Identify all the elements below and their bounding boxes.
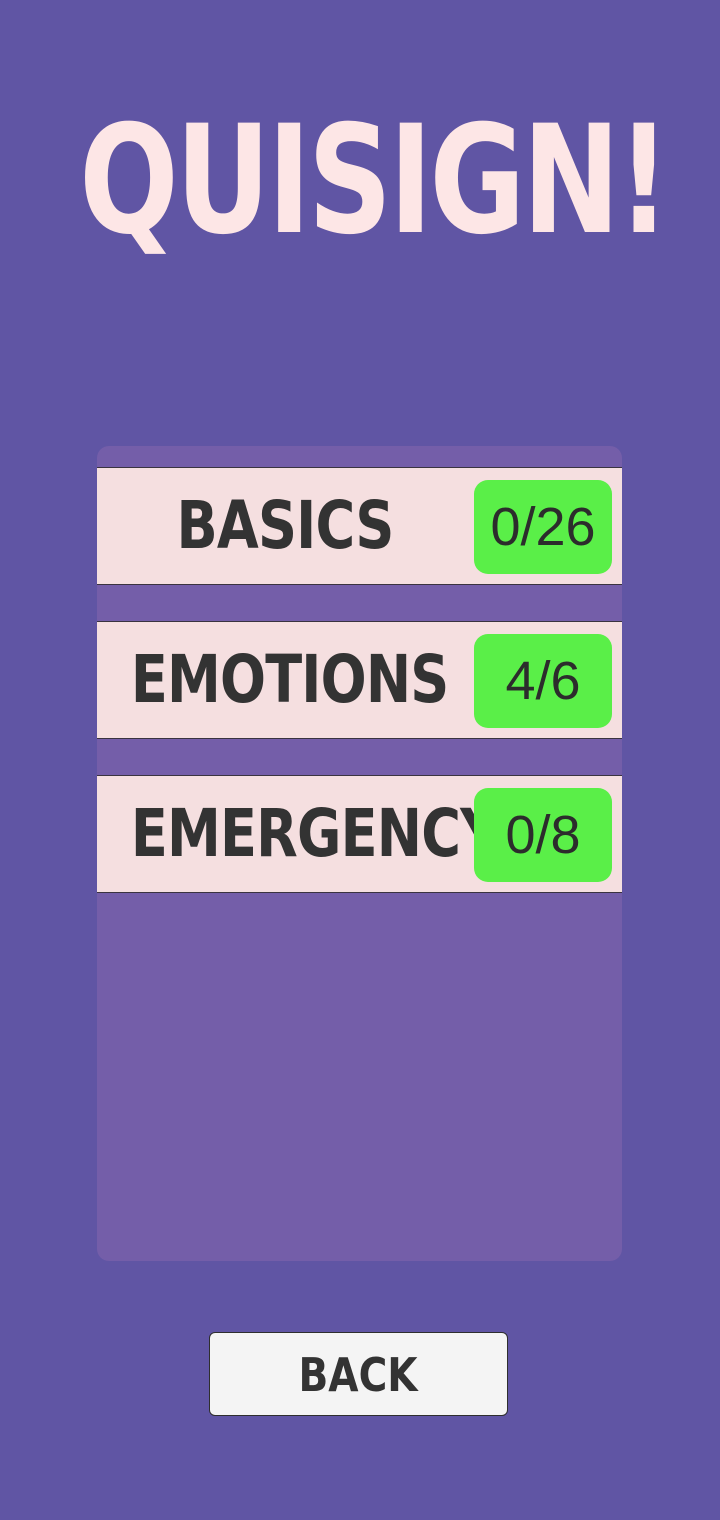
score-badge: 4/6 [474,634,612,728]
back-button-label: BACK [298,1348,419,1402]
category-panel: BASICS 0/26 EMOTIONS 4/6 EMERGENCY 0/8 [97,446,622,1261]
category-label: EMERGENCY [130,795,500,872]
category-emergency-button[interactable]: EMERGENCY 0/8 [97,775,622,893]
score-badge: 0/8 [474,788,612,882]
back-button[interactable]: BACK [209,1332,508,1416]
score-badge: 0/26 [474,480,612,574]
category-label: BASICS [176,487,394,564]
category-label: EMOTIONS [130,641,449,718]
category-emotions-button[interactable]: EMOTIONS 4/6 [97,621,622,739]
app-title: QUISIGN! [79,94,670,268]
category-basics-button[interactable]: BASICS 0/26 [97,467,622,585]
